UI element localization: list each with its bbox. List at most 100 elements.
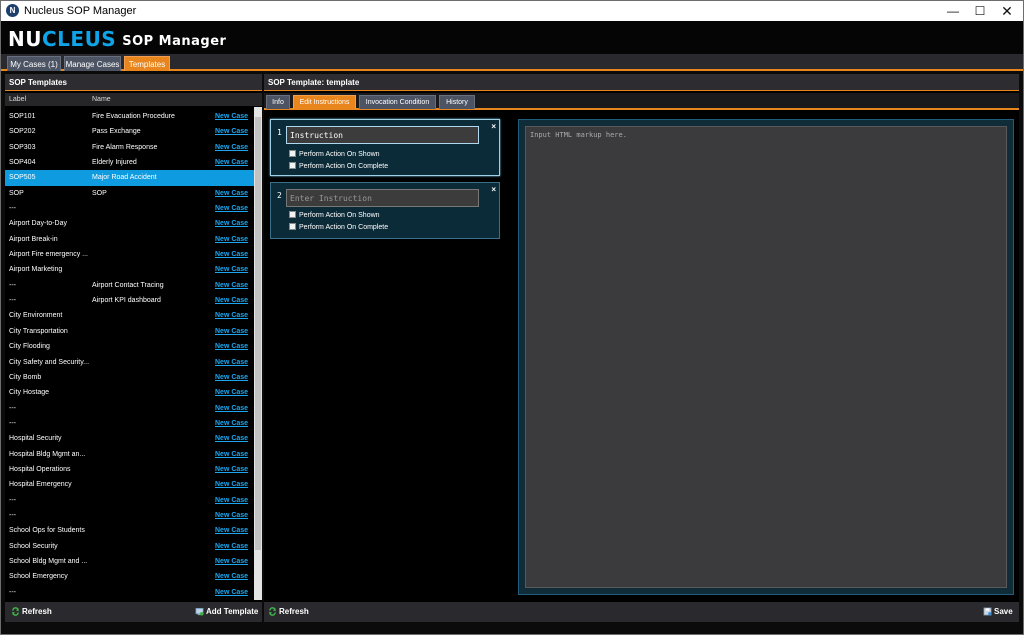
new-case-link[interactable]: New Case bbox=[215, 355, 248, 370]
new-case-link[interactable]: New Case bbox=[215, 416, 248, 431]
new-case-link[interactable]: New Case bbox=[215, 569, 248, 584]
instruction-input[interactable] bbox=[286, 126, 479, 144]
new-case-link[interactable]: New Case bbox=[215, 539, 248, 554]
row-label: --- bbox=[9, 588, 16, 596]
table-row[interactable]: Hospital Operations New Case bbox=[5, 462, 254, 477]
table-row[interactable]: --- New Case bbox=[5, 401, 254, 416]
row-label: SOP101 bbox=[9, 113, 36, 120]
table-row[interactable]: School Emergency New Case bbox=[5, 569, 254, 584]
table-row[interactable]: SOP SOP New Case bbox=[5, 186, 254, 201]
tab-edit-instructions[interactable]: Edit Instructions bbox=[293, 95, 356, 109]
tab-my-cases[interactable]: My Cases (1) bbox=[7, 56, 61, 71]
refresh-editor-button[interactable]: Refresh bbox=[268, 607, 309, 616]
tab-invocation-condition[interactable]: Invocation Condition bbox=[359, 95, 436, 109]
checkbox-box[interactable] bbox=[289, 150, 296, 157]
new-case-link[interactable]: New Case bbox=[215, 554, 248, 569]
scrollbar-thumb[interactable] bbox=[255, 117, 261, 550]
add-template-button[interactable]: Add Template bbox=[195, 607, 258, 616]
table-row[interactable]: Hospital Security New Case bbox=[5, 431, 254, 446]
table-row[interactable]: City Safety and Security... New Case bbox=[5, 355, 254, 370]
table-row[interactable]: --- Airport KPI dashboard New Case bbox=[5, 293, 254, 308]
new-case-link[interactable]: New Case bbox=[215, 385, 248, 400]
new-case-link[interactable]: New Case bbox=[215, 508, 248, 523]
table-row[interactable]: Airport Marketing New Case bbox=[5, 262, 254, 277]
table-row[interactable]: SOP202 Pass Exchange New Case bbox=[5, 124, 254, 139]
tab-history[interactable]: History bbox=[439, 95, 475, 109]
table-row[interactable]: --- New Case bbox=[5, 585, 254, 600]
new-case-link[interactable]: New Case bbox=[215, 124, 248, 139]
new-case-link[interactable]: New Case bbox=[215, 262, 248, 277]
perform-on-complete-checkbox[interactable]: Perform Action On Complete bbox=[289, 162, 388, 171]
table-row[interactable]: Airport Fire emergency ... New Case bbox=[5, 247, 254, 262]
new-case-link[interactable]: New Case bbox=[215, 293, 248, 308]
save-button[interactable]: Save bbox=[983, 607, 1013, 616]
refresh-templates-button[interactable]: Refresh bbox=[11, 607, 52, 616]
table-row[interactable]: --- Airport Contact Tracing New Case bbox=[5, 278, 254, 293]
new-case-link[interactable]: New Case bbox=[215, 140, 248, 155]
table-row[interactable]: City Environment New Case bbox=[5, 308, 254, 323]
tab-manage-cases[interactable]: Manage Cases bbox=[64, 56, 121, 71]
row-label: School Emergency bbox=[9, 573, 68, 581]
remove-instruction-icon[interactable]: × bbox=[491, 122, 496, 131]
table-row[interactable]: SOP101 Fire Evacuation Procedure New Case bbox=[5, 109, 254, 124]
checkbox-box[interactable] bbox=[289, 223, 296, 230]
new-case-link[interactable]: New Case bbox=[215, 278, 248, 293]
list-scrollbar[interactable] bbox=[254, 107, 262, 600]
new-case-link[interactable]: New Case bbox=[215, 201, 248, 216]
table-row[interactable]: Hospital Bldg Mgmt an... New Case bbox=[5, 447, 254, 462]
new-case-link[interactable]: New Case bbox=[215, 324, 248, 339]
row-label: --- bbox=[9, 496, 16, 504]
row-label: Hospital Emergency bbox=[9, 481, 72, 489]
new-case-link[interactable]: New Case bbox=[215, 523, 248, 538]
table-row[interactable]: School Security New Case bbox=[5, 539, 254, 554]
table-row[interactable]: --- New Case bbox=[5, 201, 254, 216]
new-case-link[interactable]: New Case bbox=[215, 585, 248, 600]
new-case-link[interactable]: New Case bbox=[215, 401, 248, 416]
tab-templates[interactable]: Templates bbox=[124, 56, 170, 71]
table-row[interactable]: School Ops for Students New Case bbox=[5, 523, 254, 538]
table-row[interactable]: City Transportation New Case bbox=[5, 324, 254, 339]
new-case-link[interactable]: New Case bbox=[215, 447, 248, 462]
table-row[interactable]: SOP505 Major Road Accident New Case bbox=[5, 170, 254, 186]
new-case-link[interactable]: New Case bbox=[215, 431, 248, 446]
table-row[interactable]: Hospital Emergency New Case bbox=[5, 477, 254, 492]
new-case-link[interactable]: New Case bbox=[215, 339, 248, 354]
html-markup-editor[interactable]: Input HTML markup here. bbox=[525, 126, 1007, 588]
new-case-link[interactable]: New Case bbox=[215, 247, 248, 262]
instruction-card[interactable]: 1 × Perform Action On Shown Perform Acti… bbox=[270, 119, 500, 176]
table-row[interactable]: City Hostage New Case bbox=[5, 385, 254, 400]
instruction-input[interactable] bbox=[286, 189, 479, 207]
table-row[interactable]: City Bomb New Case bbox=[5, 370, 254, 385]
tab-info[interactable]: Info bbox=[266, 95, 290, 109]
new-case-link[interactable]: New Case bbox=[215, 493, 248, 508]
new-case-link[interactable]: New Case bbox=[215, 170, 248, 185]
table-row[interactable]: --- New Case bbox=[5, 508, 254, 523]
new-case-link[interactable]: New Case bbox=[215, 186, 248, 201]
new-case-link[interactable]: New Case bbox=[215, 477, 248, 492]
new-case-link[interactable]: New Case bbox=[215, 232, 248, 247]
new-case-link[interactable]: New Case bbox=[215, 216, 248, 231]
table-row[interactable]: Airport Break-in New Case bbox=[5, 232, 254, 247]
checkbox-box[interactable] bbox=[289, 162, 296, 169]
remove-instruction-icon[interactable]: × bbox=[491, 185, 496, 194]
new-case-link[interactable]: New Case bbox=[215, 462, 248, 477]
new-case-link[interactable]: New Case bbox=[215, 308, 248, 323]
checkbox-box[interactable] bbox=[289, 211, 296, 218]
column-header-name[interactable]: Name bbox=[92, 93, 111, 106]
close-window-button[interactable]: ✕ bbox=[990, 1, 1023, 21]
table-row[interactable]: City Flooding New Case bbox=[5, 339, 254, 354]
new-case-link[interactable]: New Case bbox=[215, 370, 248, 385]
perform-on-shown-checkbox[interactable]: Perform Action On Shown bbox=[289, 211, 380, 220]
new-case-link[interactable]: New Case bbox=[215, 155, 248, 170]
perform-on-shown-checkbox[interactable]: Perform Action On Shown bbox=[289, 150, 380, 159]
table-row[interactable]: --- New Case bbox=[5, 416, 254, 431]
new-case-link[interactable]: New Case bbox=[215, 109, 248, 124]
table-row[interactable]: --- New Case bbox=[5, 493, 254, 508]
table-row[interactable]: SOP303 Fire Alarm Response New Case bbox=[5, 140, 254, 155]
column-header-label[interactable]: Label bbox=[9, 93, 26, 106]
table-row[interactable]: Airport Day-to-Day New Case bbox=[5, 216, 254, 231]
table-row[interactable]: SOP404 Elderly Injured New Case bbox=[5, 155, 254, 170]
table-row[interactable]: School Bldg Mgmt and ... New Case bbox=[5, 554, 254, 569]
perform-on-complete-checkbox[interactable]: Perform Action On Complete bbox=[289, 223, 388, 232]
instruction-card[interactable]: 2 × Perform Action On Shown Perform Acti… bbox=[270, 182, 500, 239]
